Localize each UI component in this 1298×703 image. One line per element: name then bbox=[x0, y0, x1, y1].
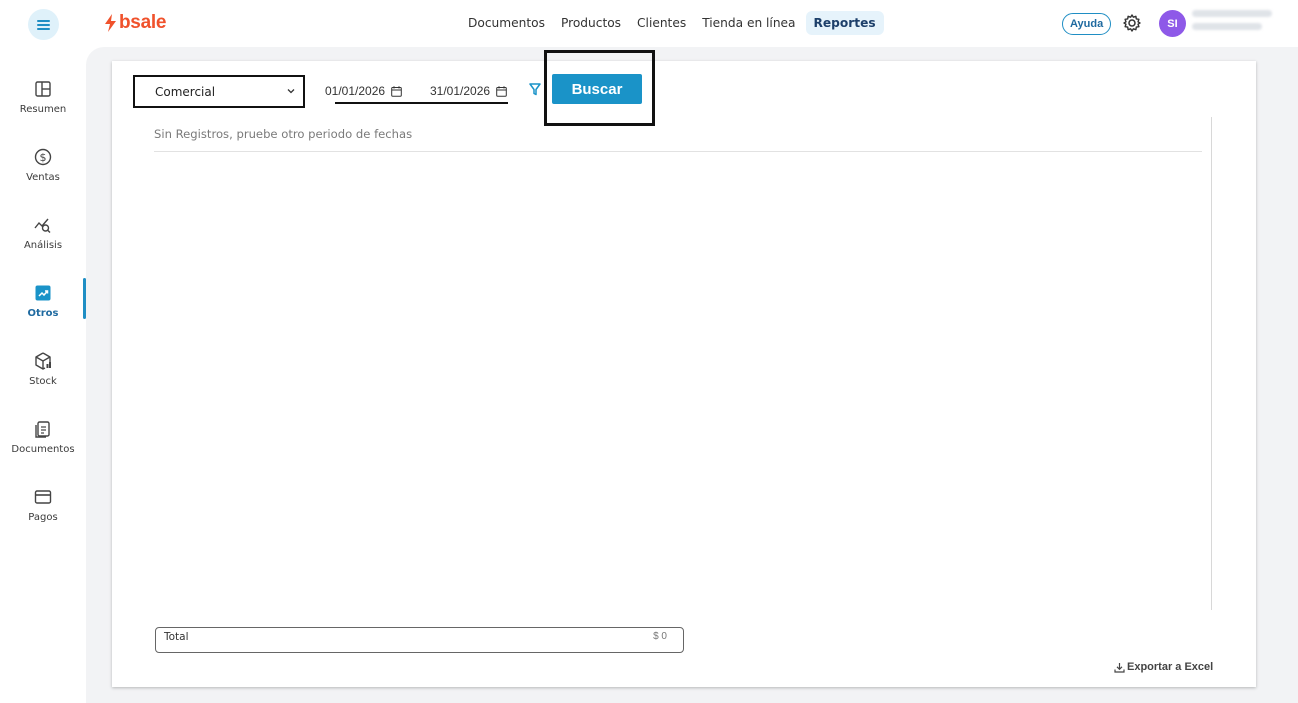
sidebar-item-analisis[interactable]: Análisis bbox=[0, 213, 86, 269]
report-card bbox=[112, 61, 1256, 687]
dashboard-icon bbox=[35, 81, 51, 97]
date-from-value: 01/01/2026 bbox=[325, 84, 386, 98]
export-label: Exportar a Excel bbox=[1127, 661, 1214, 673]
total-value: $ 0 bbox=[653, 631, 667, 642]
menu-button[interactable] bbox=[28, 9, 59, 40]
sidebar-item-ventas[interactable]: $ Ventas bbox=[0, 145, 86, 201]
sidebar-item-label: Pagos bbox=[28, 512, 58, 523]
download-icon bbox=[1114, 662, 1125, 673]
nav-documentos[interactable]: Documentos bbox=[462, 11, 551, 35]
avatar[interactable]: SI bbox=[1159, 10, 1186, 37]
help-button[interactable]: Ayuda bbox=[1062, 13, 1112, 35]
export-excel-link[interactable]: Exportar a Excel bbox=[1114, 661, 1213, 673]
hamburger-icon bbox=[37, 23, 50, 26]
main-nav: Documentos Productos Clientes Tienda en … bbox=[462, 11, 884, 35]
document-icon bbox=[35, 421, 50, 438]
sidebar-item-resumen[interactable]: Resumen bbox=[0, 77, 86, 133]
divider bbox=[154, 151, 1202, 152]
box-icon bbox=[35, 352, 51, 370]
sidebar-item-pagos[interactable]: Pagos bbox=[0, 485, 86, 541]
report-type-value: Comercial bbox=[155, 84, 216, 99]
sidebar-item-label: Resumen bbox=[19, 104, 67, 115]
nav-clientes[interactable]: Clientes bbox=[631, 11, 692, 35]
date-from-field[interactable]: 01/01/2026 bbox=[325, 84, 402, 98]
search-button[interactable]: Buscar bbox=[552, 74, 642, 104]
sidebar-item-label: Otros bbox=[27, 308, 59, 319]
chevron-down-icon bbox=[287, 89, 295, 94]
gear-icon[interactable] bbox=[1122, 13, 1142, 33]
date-to-value: 31/01/2026 bbox=[430, 84, 491, 98]
bsale-logo[interactable]: bsale bbox=[104, 12, 166, 34]
empty-results-message: Sin Registros, pruebe otro periodo de fe… bbox=[154, 127, 413, 141]
trend-box-icon bbox=[35, 285, 51, 301]
nav-productos[interactable]: Productos bbox=[555, 11, 627, 35]
bolt-icon bbox=[105, 14, 116, 32]
sidebar-item-otros[interactable]: Otros bbox=[0, 281, 86, 337]
sidebar-item-documentos[interactable]: Documentos bbox=[0, 417, 86, 473]
calendar-icon[interactable] bbox=[496, 85, 507, 97]
calendar-icon[interactable] bbox=[391, 85, 402, 97]
report-type-select[interactable]: Comercial bbox=[133, 75, 305, 108]
total-label: Total bbox=[164, 631, 189, 643]
card-icon bbox=[34, 490, 52, 504]
sidebar-item-label: Documentos bbox=[11, 444, 75, 455]
nav-tienda-en-linea[interactable]: Tienda en línea bbox=[696, 11, 801, 35]
svg-text:$: $ bbox=[40, 151, 47, 164]
sidebar: Resumen $ Ventas Análisis Otros Stock Do… bbox=[0, 47, 86, 703]
sidebar-item-stock[interactable]: Stock bbox=[0, 349, 86, 405]
filter-icon[interactable] bbox=[529, 83, 541, 96]
total-summary: Total $ 0 bbox=[155, 627, 684, 653]
sidebar-item-label: Stock bbox=[29, 376, 57, 387]
sidebar-item-label: Ventas bbox=[26, 172, 60, 183]
chart-search-icon bbox=[34, 218, 51, 233]
date-to-field[interactable]: 31/01/2026 bbox=[430, 84, 507, 98]
top-bar: bsale Documentos Productos Clientes Tien… bbox=[0, 0, 1298, 47]
date-range-underline bbox=[335, 102, 508, 104]
scroll-track[interactable] bbox=[1211, 117, 1212, 610]
dollar-circle-icon: $ bbox=[34, 148, 52, 166]
sidebar-item-label: Análisis bbox=[23, 240, 63, 251]
logo-text: bsale bbox=[119, 12, 167, 33]
nav-reportes[interactable]: Reportes bbox=[805, 11, 884, 35]
user-info-blurred[interactable] bbox=[1192, 10, 1278, 38]
